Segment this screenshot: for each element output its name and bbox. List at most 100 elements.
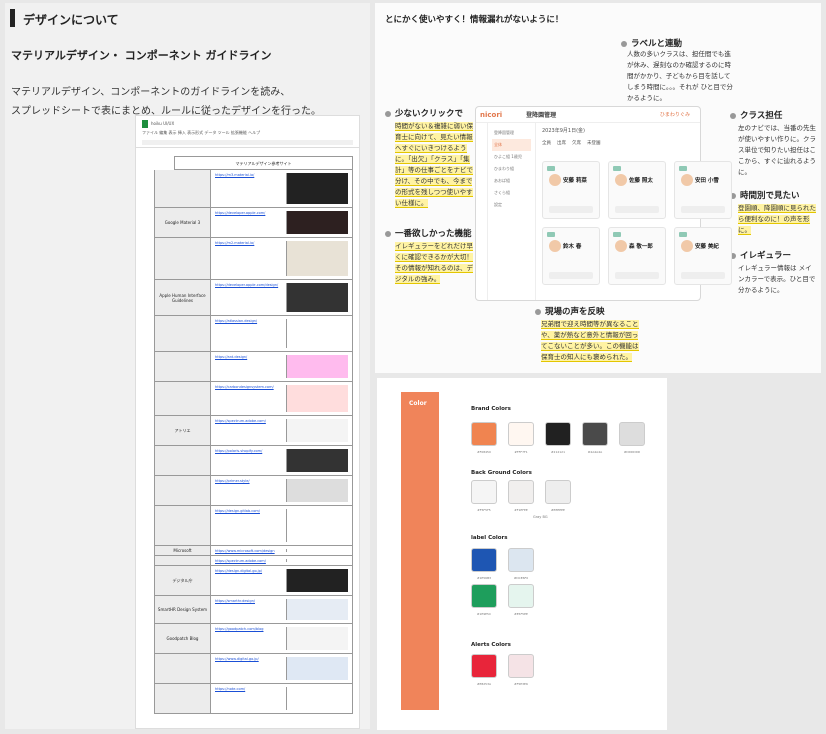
- swatch-label: #EEEEEE: [551, 508, 565, 512]
- checkin-button[interactable]: [681, 272, 725, 279]
- guideline-subtitle: マテリアルデザイン・ コンポーネント ガイドライン: [11, 49, 272, 62]
- sheet-category-cell: [155, 382, 211, 415]
- sheet-row: https://atlassian.design/: [154, 316, 353, 352]
- child-card[interactable]: 安藤 美紀: [674, 227, 732, 285]
- sheet-row: https://spectrum.adobe.com/: [154, 556, 353, 566]
- alert-color-swatch: [508, 654, 534, 678]
- status-label: [679, 166, 687, 171]
- swatch-label: #F1EFEE: [514, 508, 528, 512]
- sheet-category-cell: [155, 556, 211, 565]
- app-icon-rail: [476, 123, 488, 300]
- sheet-link[interactable]: https://spectrum.adobe.com/: [215, 419, 266, 423]
- avatar: [549, 240, 561, 252]
- bullet-icon: [730, 112, 736, 119]
- sheet-link[interactable]: https://design.digital.go.jp/: [215, 569, 262, 573]
- status-tab[interactable]: 欠席: [572, 141, 581, 146]
- label-color-swatch: [508, 584, 534, 608]
- status-label: [613, 166, 621, 171]
- sheet-link[interactable]: https://www.digital.go.jp/: [215, 657, 259, 661]
- brand-color-swatch: [545, 422, 571, 446]
- nav-item[interactable]: ひまわり組: [492, 163, 531, 175]
- checkin-button[interactable]: [549, 272, 593, 279]
- nav-item[interactable]: あおば組: [492, 175, 531, 187]
- brand-color-swatch: [582, 422, 608, 446]
- app-main: 2023年9月1日(金) 全員 出席 欠席 未登園 安藤 莉菜 佐藤 照太 安田 小雪 鈴木…: [538, 123, 732, 300]
- sheet-link[interactable]: https://developer.apple.com/design/: [215, 283, 278, 287]
- sheet-link[interactable]: https://polaris.shopify.com/: [215, 449, 262, 453]
- nav-item[interactable]: 登降園管理: [492, 127, 531, 139]
- brand-color-swatch: [619, 422, 645, 446]
- sheet-link[interactable]: https://ant.design/: [215, 355, 247, 359]
- annotation-text: 左のナビでは、当番の先生が使いやすい作りに。クラス単位で知りたい担任はここから、…: [738, 124, 816, 176]
- sheet-link[interactable]: https://m3.material.io/: [215, 173, 254, 177]
- spreadsheet-screenshot: hoiku UI/UX ファイル 編集 表示 挿入 表示形式 データ ツール 拡…: [135, 115, 360, 729]
- swatch-label: #F08450: [477, 450, 491, 454]
- nav-item[interactable]: ひよこ組 1歳児: [492, 151, 531, 163]
- nav-item[interactable]: 全体: [492, 139, 531, 151]
- sheet-row: https://note.com/: [154, 684, 353, 714]
- sheet-link[interactable]: https://goodpatch.com/blog: [215, 627, 263, 631]
- swatch-label: #E5F5EE: [514, 612, 528, 616]
- status-tab[interactable]: 出席: [557, 141, 566, 146]
- sheet-row: https://carbondesignsystem.com/: [154, 382, 353, 416]
- sheet-thumbnail: [286, 449, 348, 472]
- sheet-thumbnail: [286, 419, 348, 442]
- child-card[interactable]: 鈴木 春: [542, 227, 600, 285]
- label-colors-title: label Colors: [471, 535, 508, 541]
- sheet-formatbar: [142, 140, 353, 145]
- bg-color-swatch: [471, 480, 497, 504]
- app-mockup: nicori 登降園管理 ひまわりぐみ 登降園管理 全体 ひよこ組 1歳児 ひまわり組…: [475, 106, 732, 301]
- bg-color-swatch: [545, 480, 571, 504]
- sheet-toolbar: hoiku UI/UX ファイル 編集 表示 挿入 表示形式 データ ツール 拡…: [136, 116, 359, 148]
- checkin-button[interactable]: [681, 206, 725, 213]
- sheet-header: マテリアルデザイン参考サイト: [174, 156, 353, 170]
- child-card[interactable]: 安田 小雪: [674, 161, 732, 219]
- swatch-label: #F5E3E6: [514, 682, 528, 686]
- sheet-thumbnail: [286, 509, 348, 542]
- sheet-link[interactable]: https://spectrum.adobe.com/: [215, 559, 266, 563]
- sheet-link[interactable]: https://note.com/: [215, 687, 245, 691]
- sheet-thumbnail: [286, 319, 348, 348]
- sheet-thumbnail: [286, 283, 348, 312]
- swatch-label: #212121: [551, 450, 565, 454]
- nav-item[interactable]: さくら組: [492, 187, 531, 199]
- avatar: [615, 174, 627, 186]
- sheet-thumbnail: [286, 549, 348, 552]
- sheet-row: https://design.gitlab.com/: [154, 506, 353, 546]
- checkin-button[interactable]: [615, 206, 659, 213]
- child-card[interactable]: 森 敬一郎: [608, 227, 666, 285]
- showcase-heading: とにかく使いやすく！情報漏れがないように！: [385, 15, 564, 25]
- swatch-label: #1E9E5C: [476, 612, 492, 616]
- child-card[interactable]: 安藤 莉菜: [542, 161, 600, 219]
- status-tabs: 全員 出席 欠席 未登園: [542, 140, 694, 146]
- checkin-button[interactable]: [549, 206, 593, 213]
- status-label: [679, 232, 687, 237]
- sheet-link[interactable]: https://atlassian.design/: [215, 319, 257, 323]
- child-name: 森 敬一郎: [629, 244, 653, 250]
- sheet-link[interactable]: https://m2.material.io/: [215, 241, 254, 245]
- sheet-link[interactable]: https://carbondesignsystem.com/: [215, 385, 274, 389]
- color-palette-panel: Color Brand Colors Back Ground Colors Gr…: [377, 378, 667, 730]
- sheet-link[interactable]: https://primer.style/: [215, 479, 250, 483]
- annotation-title: 現場の声を反映: [535, 305, 605, 317]
- sheet-link[interactable]: https://www.microsoft.com/design: [215, 549, 275, 553]
- class-selector[interactable]: ひまわりぐみ: [660, 111, 690, 118]
- sheet-link[interactable]: https://design.gitlab.com/: [215, 509, 260, 513]
- nav-item[interactable]: 設定: [492, 199, 531, 211]
- section-title: デザインについて: [23, 13, 119, 27]
- alert-colors-title: Alerts Colors: [471, 642, 511, 648]
- checkin-button[interactable]: [615, 272, 659, 279]
- brand-color-swatch: [508, 422, 534, 446]
- bullet-icon: [385, 110, 391, 117]
- sheet-thumbnail: [286, 627, 348, 650]
- status-label: [547, 232, 555, 237]
- sheet-link[interactable]: https://developer.apple.com/: [215, 211, 265, 215]
- sheet-row: Apple Human Interface Guidelines https://…: [154, 280, 353, 316]
- child-card[interactable]: 佐藤 照太: [608, 161, 666, 219]
- sheet-category-cell: [155, 446, 211, 475]
- sheet-thumbnail: [286, 355, 348, 378]
- status-tab[interactable]: 全員: [542, 141, 551, 146]
- sheet-link[interactable]: https://smarthr.design/: [215, 599, 255, 603]
- status-tab[interactable]: 未登園: [587, 141, 601, 146]
- avatar: [549, 174, 561, 186]
